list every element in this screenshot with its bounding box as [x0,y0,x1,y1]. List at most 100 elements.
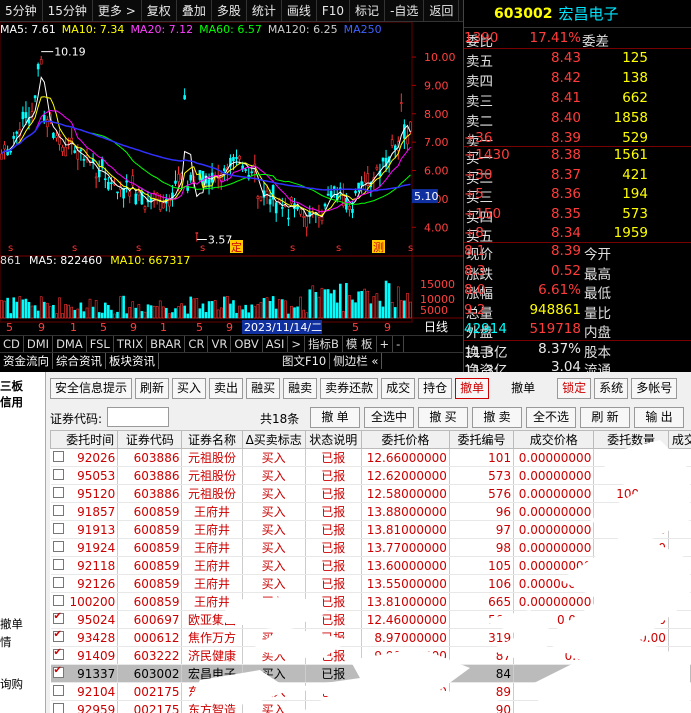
order-checkbox[interactable] [52,647,64,660]
left-menu-item[interactable]: 信用 [0,394,23,410]
indicator-tab[interactable]: OBV [231,336,263,352]
order-checkbox[interactable] [52,558,64,570]
left-menu-item[interactable]: 情 [0,634,12,650]
toolbar-item[interactable]: 多股 [212,0,247,22]
cancel-action-button[interactable]: 全选中 [364,407,414,428]
info-tab[interactable]: 资金流向 [0,353,53,369]
kline-chart[interactable]: 10.009.008.007.006.005.004.0015000100005… [0,22,463,334]
left-menu-item[interactable]: 询购 [0,676,23,692]
column-header[interactable]: 委托价格 [360,430,450,449]
order-row[interactable]: 91913 600859 王府井 买入 已报 13.81000000 97 0.0000000… [50,520,691,539]
info-tab[interactable]: 综合资讯 [53,353,106,369]
toolbar-item[interactable]: 5分钟 [0,0,43,22]
trade-button[interactable]: 安全信息提示 [50,378,133,399]
order-checkbox[interactable] [52,665,64,678]
indicator-tab[interactable]: 模 板 [343,336,377,352]
column-header[interactable]: 证券代码 [117,430,183,449]
toolbar-item[interactable]: 统计 [247,0,282,22]
indicator-tab[interactable]: 指标B [305,336,343,352]
toolbar-item[interactable]: 叠加 [177,0,212,22]
indicator-tab[interactable]: BRAR [147,336,186,352]
trade-button[interactable]: 刷新 [135,378,170,399]
toolbar-item[interactable]: 更多 > [93,0,142,22]
indicator-tab[interactable]: CR [185,336,209,352]
order-row[interactable]: 95024600697欧亚集团买入已报12.460000005640.00010… [50,610,691,629]
indicator-tab[interactable]: TRIX [114,336,148,352]
toolbar-item[interactable]: 复权 [142,0,177,22]
trade-button[interactable]: 融卖 [283,378,318,399]
column-header[interactable]: Δ买卖标志 [241,430,306,449]
code-input[interactable] [107,407,169,427]
order-row[interactable]: 93428000612焦作万方买入已报8.970000003190.000100… [50,628,691,647]
column-header[interactable]: 成交价格 [513,430,595,449]
column-header[interactable]: 证券名称 [181,430,243,449]
order-checkbox[interactable] [52,576,64,588]
order-checkbox[interactable] [52,486,64,498]
trade-button[interactable]: 持仓 [418,378,453,399]
indicator-tab[interactable]: + [377,336,394,352]
trade-button[interactable]: 成交 [381,378,416,399]
order-checkbox[interactable] [52,504,64,516]
indicator-tab[interactable]: > [288,336,305,352]
trade-button[interactable]: 卖出 [209,378,244,399]
order-row[interactable]: 91924 600859 王府井 买入 已报 13.77000000 98 0.0000000… [50,538,691,557]
cancel-action-button[interactable]: 撤 单 [310,407,360,428]
order-row[interactable]: 91409603222济民健康买入已报9.90000000870.001000.… [50,646,691,665]
toolbar-item[interactable]: -自选 [385,0,425,22]
order-row[interactable]: 100200 600859 王府井 买入 已报 13.81000000 665 0.00000… [50,592,691,611]
indicator-tab[interactable]: VR [208,336,232,352]
order-row[interactable]: 91337603002宏昌电子买入已报8.00000000840.01000.0… [50,664,691,683]
indicator-tab[interactable]: DMI [24,336,54,352]
order-checkbox[interactable] [52,594,64,606]
column-header[interactable]: 状态说明 [304,430,362,449]
indicator-tab[interactable]: FSL [87,336,114,352]
cancel-action-button[interactable]: 刷 新 [580,407,630,428]
column-header[interactable]: 委托数量 [593,430,669,449]
toolbar-item[interactable]: 15分钟 [43,0,93,22]
trade-button[interactable]: 系统 [594,378,629,399]
indicator-tab[interactable]: ASI [263,336,289,352]
trade-button[interactable]: 买入 [172,378,207,399]
order-checkbox[interactable] [52,684,64,696]
trade-button[interactable]: 撤单 [492,378,554,399]
trade-button[interactable]: 多帐号 [631,378,678,399]
order-checkbox[interactable] [52,450,64,462]
info-tab[interactable]: 板块资讯 [106,353,159,369]
order-checkbox[interactable] [52,540,64,552]
order-checkbox[interactable] [52,702,64,713]
order-row[interactable]: 92959 002175 东方智造 买入 已报 10.00000000 90 0.00 1000… [50,700,691,713]
trade-button[interactable]: 锁定 [557,378,592,399]
order-row[interactable]: 92126 600859 王府井 买入 已报 13.55000000 106 0.000000… [50,574,691,593]
trade-button[interactable]: 撤单 [455,378,490,399]
order-row[interactable]: 92104 002175 东方智造 买入 已报 4.94000000 89 0.00 1000.… [50,682,691,701]
trade-button[interactable]: 卖券还款 [320,378,379,399]
left-menu-item[interactable]: 三板 [0,378,23,394]
period-label[interactable]: 日线 [424,320,448,334]
indicator-tab[interactable]: DMA [53,336,87,352]
order-checkbox[interactable] [52,611,64,624]
info-tab[interactable]: 图文F10 [279,353,331,369]
order-row[interactable]: 91857 600859 王府井 买入 已报 13.88000000 96 0.0000000… [50,502,691,521]
order-checkbox[interactable] [52,468,64,480]
column-header[interactable]: 成交 [667,430,691,449]
left-menu-item[interactable]: 撤单 [0,616,23,632]
column-header[interactable]: 委托编号 [448,430,515,449]
toolbar-item[interactable]: 返回 [424,0,460,22]
toolbar-item[interactable]: F10 [317,0,351,22]
cancel-action-button[interactable]: 撤 买 [418,407,468,428]
cancel-action-button[interactable]: 全不选 [526,407,576,428]
order-row[interactable]: 95120 603886 元祖股份 买入 已报 12.58000000 576 0.00000… [50,484,691,503]
order-row[interactable]: 92026 603886 元祖股份 买入 已报 12.66000000 101 0.00000… [50,448,691,467]
cancel-action-button[interactable]: 撤 卖 [472,407,522,428]
order-row[interactable]: 95053 603886 元祖股份 买入 已报 12.62000000 573 0.00000… [50,466,691,485]
order-row[interactable]: 92118 600859 王府井 买入 已报 13.60000000 105 0.000000… [50,556,691,575]
info-tab[interactable]: 侧边栏 « [330,353,383,369]
toolbar-item[interactable]: 画线 [282,0,317,22]
trade-button[interactable]: 融买 [246,378,281,399]
toolbar-item[interactable]: 标记 [350,0,386,22]
cancel-action-button[interactable]: 输 出 [634,407,684,428]
order-checkbox[interactable] [52,522,64,534]
indicator-tab[interactable]: CD [0,336,24,352]
column-header[interactable]: 委托时间 [50,430,119,449]
order-checkbox[interactable] [52,629,64,642]
